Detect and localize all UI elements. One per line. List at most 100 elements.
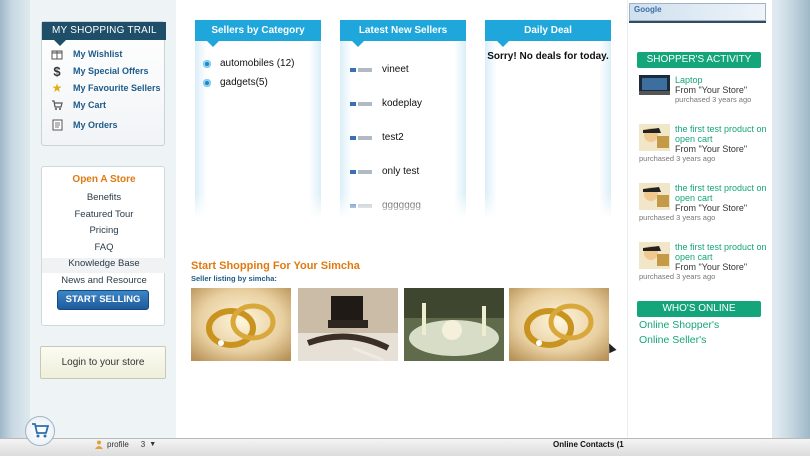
seller-logo-icon (350, 203, 372, 209)
seller-name: test2 (382, 132, 404, 143)
floating-cart-button[interactable] (25, 416, 55, 446)
trail-pointer (54, 40, 66, 46)
seller-logo-icon (350, 67, 372, 73)
seller-item[interactable]: ggggggg (350, 200, 421, 211)
online-sellers-link[interactable]: Online Seller's (639, 334, 706, 346)
activity-thumbnail (639, 183, 670, 210)
activity-time: purchased 3 years ago (675, 95, 752, 104)
open-store-title: Open A Store (72, 174, 136, 185)
activity-time: purchased 3 years ago (639, 154, 716, 163)
chevron-down-icon: ▼ (149, 441, 157, 448)
profile-count: 3 (140, 440, 146, 449)
store-link-featured-tour[interactable]: Featured Tour (42, 209, 166, 220)
trail-item-special-offers[interactable]: $ My Special Offers (50, 63, 149, 79)
activity-store: From "Your Store" (675, 262, 748, 272)
daily-deal-message: Sorry! No deals for today. (487, 51, 609, 62)
category-label: automobiles (12) (220, 58, 295, 69)
ad-underline (629, 21, 766, 23)
store-link-benefits[interactable]: Benefits (42, 192, 166, 203)
store-link-pricing[interactable]: Pricing (42, 225, 166, 236)
activity-thumbnail (639, 75, 670, 102)
seller-logo-icon (350, 169, 372, 175)
user-icon (95, 440, 103, 449)
store-link-faq[interactable]: FAQ (42, 242, 166, 253)
panel-pointer (497, 41, 509, 47)
simcha-thumb-tefillin[interactable] (298, 288, 398, 361)
contacts-count: 1 (619, 440, 624, 449)
shopping-trail-title: MY SHOPPING TRAIL (42, 22, 166, 40)
trail-item-orders[interactable]: My Orders (50, 118, 118, 132)
simcha-thumb-rings[interactable] (191, 288, 291, 361)
profile-menu[interactable]: profile 3 ▼ (95, 440, 156, 449)
sellers-by-category-title: Sellers by Category (195, 20, 321, 41)
simcha-thumb-table[interactable] (404, 288, 504, 361)
panel-pointer (352, 41, 364, 47)
activity-store: From "Your Store" (675, 203, 748, 213)
seller-item[interactable]: test2 (350, 132, 404, 143)
activity-time: purchased 3 years ago (639, 213, 716, 222)
cart-icon (31, 422, 50, 441)
seller-logo-icon (350, 135, 372, 141)
activity-item[interactable]: Laptop From "Your Store" purchased 3 yea… (639, 75, 771, 105)
trail-item-label: My Favourite Sellers (73, 83, 161, 93)
gift-icon (50, 47, 64, 61)
trail-item-label: My Orders (73, 120, 118, 130)
star-icon: ★ (51, 81, 63, 95)
trail-item-wishlist[interactable]: My Wishlist (50, 47, 122, 61)
bullet-icon (203, 59, 211, 68)
whos-online-title: WHO'S ONLINE (637, 301, 761, 317)
simcha-title: Start Shopping For Your Simcha (191, 260, 360, 272)
activity-item[interactable]: the first test product on open cart From… (639, 124, 771, 166)
activity-thumbnail (639, 124, 670, 151)
contacts-label: Online Contacts ( (553, 440, 620, 449)
seller-name: kodeplay (382, 98, 423, 109)
trail-item-label: My Special Offers (73, 66, 149, 76)
activity-item[interactable]: the first test product on open cart From… (639, 183, 771, 225)
store-link-news[interactable]: News and Resource (42, 275, 166, 286)
online-contacts[interactable]: Online Contacts (1 (553, 440, 624, 449)
seller-item[interactable]: kodeplay (350, 98, 422, 109)
cart-icon (50, 98, 64, 112)
seller-logo-icon (350, 101, 372, 107)
trail-item-label: My Cart (73, 100, 107, 110)
trail-item-label: My Wishlist (73, 49, 123, 59)
login-to-store-button[interactable]: Login to your store (40, 346, 166, 379)
seller-name: only test (382, 166, 420, 177)
simcha-subtitle: Seller listing by simcha: (191, 274, 277, 283)
ad-label: Google (634, 5, 662, 14)
document-icon (50, 118, 64, 132)
store-link-knowledge-base[interactable]: Knowledge Base (42, 258, 166, 273)
panel-pointer (207, 41, 219, 47)
activity-product: the first test product on open cart (675, 124, 767, 144)
sellers-by-category-panel: Sellers by Category automobiles (12) gad… (195, 20, 321, 218)
profile-label: profile (107, 440, 129, 449)
latest-new-sellers-panel: Latest New Sellers vineet kodeplay test2… (340, 20, 466, 218)
ad-banner[interactable]: Google (629, 3, 766, 21)
bullet-icon (203, 78, 211, 87)
activity-product: Laptop (675, 75, 703, 85)
open-store-panel: Open A Store Benefits Featured Tour Pric… (41, 166, 166, 326)
trail-item-favourite-sellers[interactable]: ★ My Favourite Sellers (50, 81, 161, 95)
start-selling-button[interactable]: START SELLING (57, 290, 149, 310)
trail-item-cart[interactable]: My Cart (50, 98, 106, 112)
category-label: gadgets(5) (220, 77, 268, 88)
dollar-icon: $ (53, 63, 61, 79)
online-shoppers-link[interactable]: Online Shopper's (639, 319, 719, 331)
seller-name: ggggggg (382, 200, 421, 211)
seller-item[interactable]: only test (350, 166, 419, 177)
seller-name: vineet (382, 64, 409, 75)
latest-new-sellers-title: Latest New Sellers (340, 20, 466, 41)
daily-deal-panel: Daily Deal Sorry! No deals for today. (485, 20, 611, 218)
category-item[interactable]: automobiles (12) (203, 58, 294, 69)
activity-item[interactable]: the first test product on open cart From… (639, 242, 771, 284)
activity-time: purchased 3 years ago (639, 272, 716, 281)
activity-thumbnail (639, 242, 670, 269)
activity-store: From "Your Store" (675, 144, 748, 154)
simcha-thumb-rings-2[interactable] (509, 288, 609, 361)
daily-deal-title: Daily Deal (485, 20, 611, 41)
shoppers-activity-title: SHOPPER'S ACTIVITY (637, 52, 761, 68)
shopping-trail-panel: MY SHOPPING TRAIL My Wishlist $ My Speci… (41, 21, 166, 146)
seller-item[interactable]: vineet (350, 64, 409, 75)
activity-product: the first test product on open cart (675, 242, 767, 262)
category-item[interactable]: gadgets(5) (203, 77, 268, 88)
